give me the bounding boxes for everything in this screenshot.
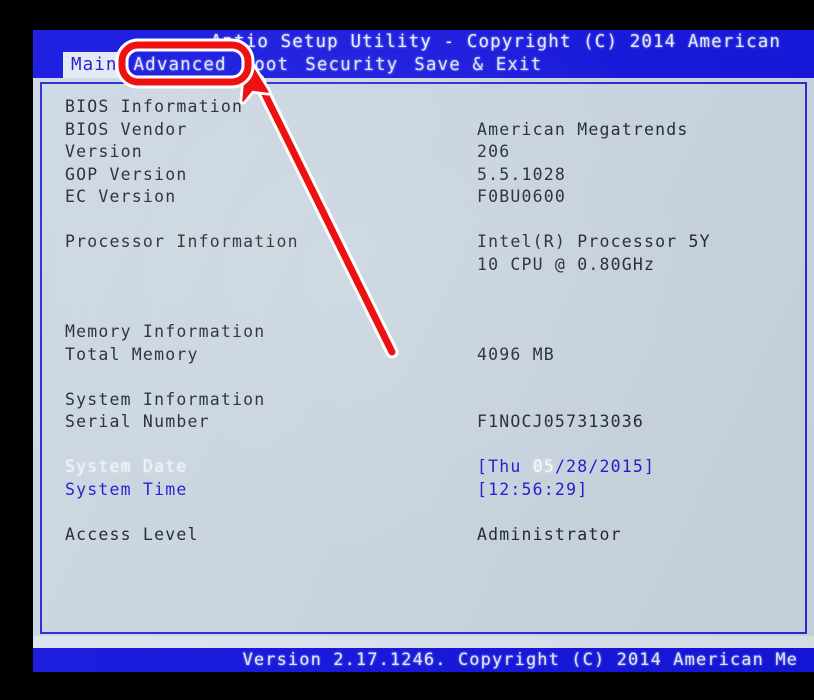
system-time-value[interactable]: [12:56:29] (477, 479, 588, 502)
total-memory-value: 4096 MB (477, 344, 555, 364)
bios-information-heading: BIOS Information (65, 97, 244, 116)
system-date-open-bracket: [ (477, 457, 489, 476)
ec-version-label: EC Version (65, 187, 177, 206)
panel-gap (33, 636, 814, 648)
row-version[interactable]: Version 206 (42, 141, 805, 164)
row-processor-information-cont: 10 CPU @ 0.80GHz (42, 254, 805, 277)
system-date-value: [Thu 05/28/2015] (477, 456, 655, 479)
processor-value-line-1: Intel(R) Processor 5Y (477, 232, 711, 251)
section-heading-system-information: System Information (42, 389, 805, 412)
screen-root: Aptio Setup Utility - Copyright (C) 2014… (0, 0, 814, 700)
system-date-label: System Date (65, 457, 188, 476)
system-date-weekday: Thu (488, 457, 533, 476)
tab-main[interactable]: Main (63, 52, 126, 78)
total-memory-label: Total Memory (65, 344, 199, 364)
tab-bar: Main Advanced Boot Security Save & Exit (33, 52, 814, 78)
section-heading-bios-information: BIOS Information (42, 96, 805, 119)
access-level-value: Administrator (477, 524, 622, 544)
access-level-label: Access Level (65, 524, 199, 544)
tab-main-label: Main (71, 55, 118, 75)
tab-save-and-exit[interactable]: Save & Exit (406, 52, 550, 78)
bios-setup-screen: Aptio Setup Utility - Copyright (C) 2014… (33, 30, 814, 672)
section-heading-memory-information: Memory Information (42, 321, 805, 344)
row-serial-number[interactable]: Serial Number F1NOCJ057313036 (42, 411, 805, 434)
row-total-memory[interactable]: Total Memory 4096 MB (42, 344, 805, 367)
tab-security[interactable]: Security (297, 52, 406, 78)
tab-advanced[interactable]: Advanced (126, 52, 235, 78)
row-system-time[interactable]: System Time [12:56:29] (42, 479, 805, 502)
gop-version-label: GOP Version (65, 164, 188, 184)
footer-bar: Version 2.17.1246. Copyright (C) 2014 Am… (33, 648, 814, 672)
system-date-close-bracket: ] (644, 457, 656, 476)
serial-number-value: F1NOCJ057313036 (477, 412, 645, 431)
system-date-rest: /28/2015 (554, 457, 645, 476)
version-value: 206 (477, 142, 511, 161)
row-gop-version[interactable]: GOP Version 5.5.1028 (42, 164, 805, 187)
serial-number-label: Serial Number (65, 412, 210, 431)
bios-vendor-value: American Megatrends (477, 119, 689, 139)
system-information-heading: System Information (65, 389, 266, 409)
main-content-panel: BIOS Information BIOS Vendor American Me… (40, 82, 807, 634)
gop-version-value: 5.5.1028 (477, 164, 567, 184)
footer-version-text: Version 2.17.1246. Copyright (C) 2014 Am… (242, 650, 798, 670)
tab-save-and-exit-label: Save & Exit (414, 55, 543, 75)
title-bar: Aptio Setup Utility - Copyright (C) 2014… (33, 30, 814, 78)
row-system-date[interactable]: System Date [Thu 05/28/2015] (42, 456, 805, 479)
settings-list: BIOS Information BIOS Vendor American Me… (42, 84, 805, 644)
page-title: Aptio Setup Utility - Copyright (C) 2014… (210, 32, 781, 52)
row-access-level: Access Level Administrator (42, 524, 805, 547)
memory-information-heading: Memory Information (65, 322, 266, 341)
system-date-month-field[interactable]: 05 (533, 457, 555, 476)
ec-version-value: F0BU0600 (477, 187, 567, 206)
tab-boot-label: Boot (242, 55, 290, 75)
processor-value-line-2: 10 CPU @ 0.80GHz (477, 254, 656, 274)
row-processor-information: Processor Information Intel(R) Processor… (42, 231, 805, 254)
tab-security-label: Security (305, 55, 399, 75)
processor-information-heading: Processor Information (65, 232, 299, 251)
row-ec-version[interactable]: EC Version F0BU0600 (42, 186, 805, 209)
bios-vendor-label: BIOS Vendor (65, 119, 188, 139)
row-bios-vendor[interactable]: BIOS Vendor American Megatrends (42, 119, 805, 142)
tab-boot[interactable]: Boot (235, 52, 298, 78)
version-label: Version (65, 142, 143, 161)
system-time-label: System Time (65, 479, 188, 499)
tab-advanced-label: Advanced (133, 55, 227, 75)
